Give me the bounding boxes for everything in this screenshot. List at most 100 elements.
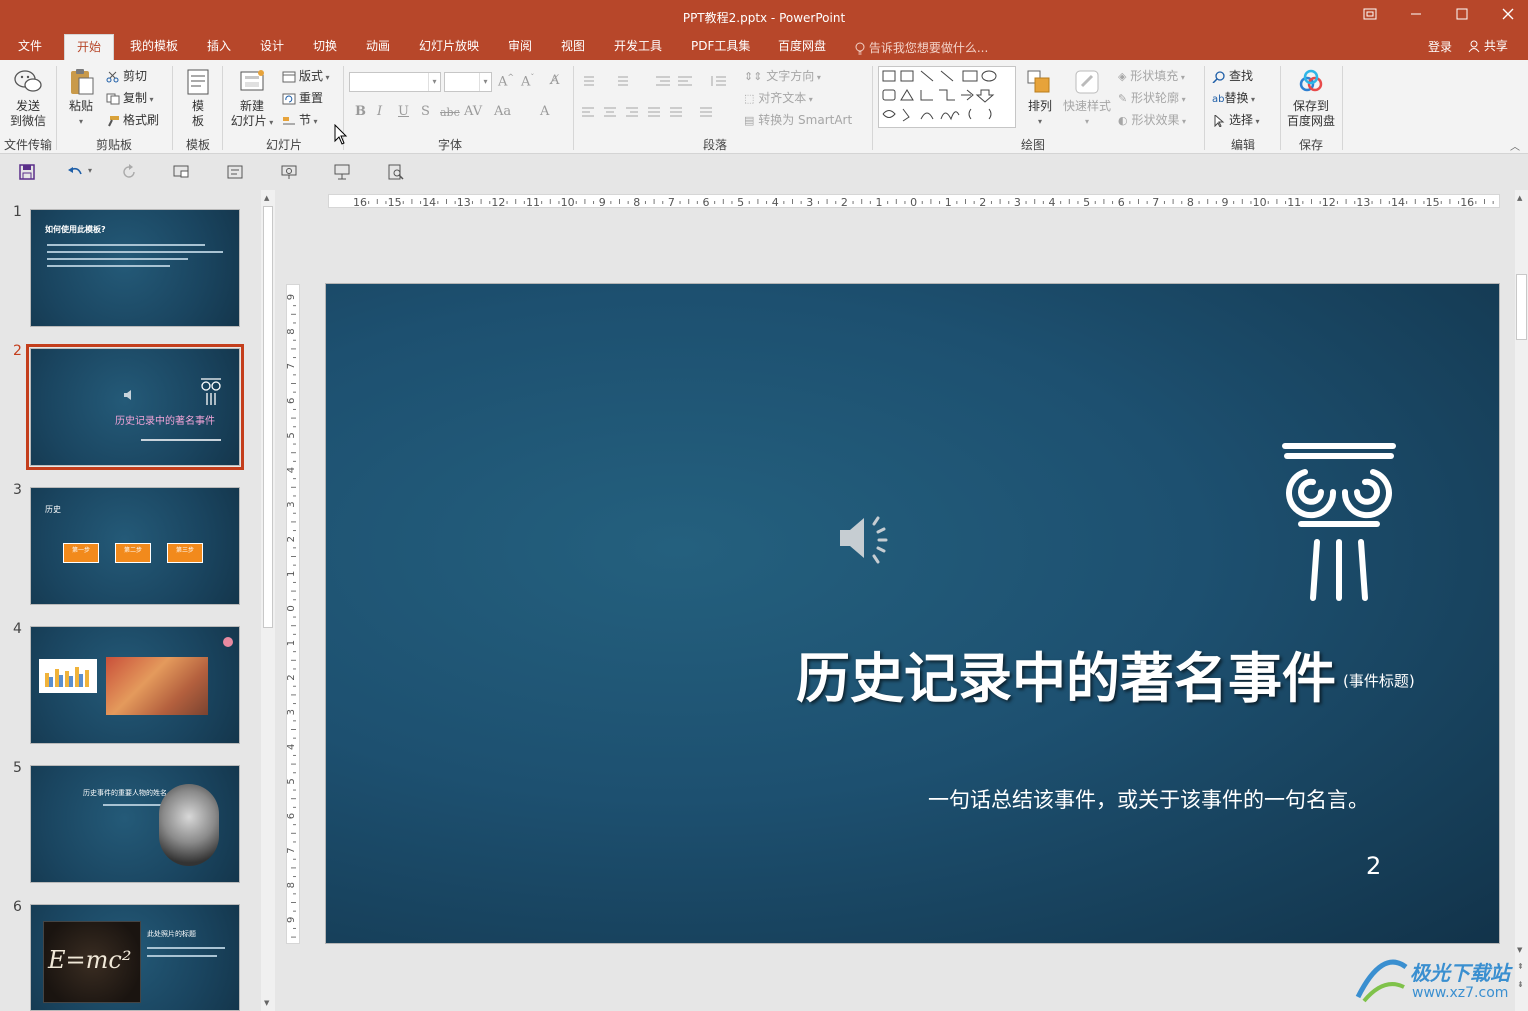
select-button[interactable]: 选择 ▾ xyxy=(1212,110,1260,130)
textbox-icon[interactable] xyxy=(226,164,244,180)
editor-scrollbar[interactable]: ▲ ▼ ⇞ ⇟ xyxy=(1515,190,1528,1011)
undo-icon[interactable] xyxy=(66,164,84,180)
section-label: 节 xyxy=(299,113,312,127)
close-icon[interactable] xyxy=(1488,4,1528,28)
font-name-combo[interactable]: ▾ xyxy=(349,72,441,92)
copy-icon xyxy=(106,93,120,104)
clear-format-icon[interactable]: A̸ xyxy=(550,73,559,88)
tab-file[interactable]: 文件 xyxy=(16,34,44,60)
template-button[interactable]: 模 板 xyxy=(182,68,214,129)
paste-button[interactable]: 粘贴 ▾ xyxy=(64,68,98,129)
collapse-ribbon-icon[interactable]: ︿ xyxy=(1510,138,1520,153)
ruler-tick-label: 15 xyxy=(388,196,402,209)
tab-review[interactable]: 审阅 xyxy=(506,34,534,60)
tab-home[interactable]: 开始 xyxy=(64,34,114,60)
slide-title-suffix[interactable]: (事件标题) xyxy=(1343,670,1415,691)
slide-thumbnail-2[interactable]: 历史记录中的著名事件 xyxy=(26,344,244,470)
section-button[interactable]: 节 ▾ xyxy=(282,110,318,130)
undo-dropdown-icon[interactable]: ▾ xyxy=(88,166,92,175)
italic-icon[interactable]: I xyxy=(377,104,382,119)
share-button[interactable]: 共享 xyxy=(1468,37,1508,54)
save-to-baidu-button[interactable]: 保存到 百度网盘 xyxy=(1284,68,1338,129)
layout-button[interactable]: 版式 ▾ xyxy=(282,66,330,86)
tab-transitions[interactable]: 切换 xyxy=(311,34,339,60)
decrease-font-icon[interactable]: Aˇ xyxy=(521,73,534,89)
restore-ribbon-icon[interactable] xyxy=(1350,4,1390,28)
tab-baidu-netdisk[interactable]: 百度网盘 xyxy=(776,34,828,60)
font-size-combo[interactable]: ▾ xyxy=(444,72,492,92)
audio-speaker-icon[interactable] xyxy=(836,510,896,566)
new-slide-line1: 新建 xyxy=(239,99,264,113)
slide-page-number[interactable]: 2 xyxy=(1366,852,1381,880)
shape-effects-button[interactable]: ◐ 形状效果 ▾ xyxy=(1118,110,1186,130)
tab-view[interactable]: 视图 xyxy=(559,34,587,60)
change-case-icon[interactable]: Aa xyxy=(494,104,511,119)
align-text-button[interactable]: ⬚ 对齐文本 ▾ xyxy=(744,88,813,108)
ruler-tick-label: 16 xyxy=(1460,196,1474,209)
scroll-up-icon[interactable]: ▲ xyxy=(1517,194,1522,202)
convert-smartart-button[interactable]: ▤ 转换为 SmartArt xyxy=(744,110,852,130)
save-icon[interactable] xyxy=(18,164,36,180)
ruler-tick-label: 14 xyxy=(422,196,436,209)
strikethrough-icon[interactable]: abc xyxy=(440,106,460,119)
shapes-gallery[interactable] xyxy=(878,66,1016,128)
slide-thumbnail-6[interactable]: E=mc² 此处照片的标题 xyxy=(30,904,240,1011)
slideshow-start-icon[interactable] xyxy=(333,164,351,180)
scroll-down-icon[interactable]: ▼ xyxy=(264,999,269,1007)
shape-fill-button[interactable]: ◈ 形状填充 ▾ xyxy=(1118,66,1185,86)
scroll-down-icon[interactable]: ▼ xyxy=(1517,946,1522,954)
minimize-icon[interactable] xyxy=(1396,4,1436,28)
redo-icon[interactable] xyxy=(120,164,138,180)
tell-me-text: 告诉我您想要做什么... xyxy=(868,41,989,55)
replace-button[interactable]: ab替换 ▾ xyxy=(1212,88,1255,108)
shadow-icon[interactable]: S xyxy=(421,104,430,119)
slide-thumbnail-5[interactable]: 历史事件的重要人物的姓名 xyxy=(30,765,240,883)
shape-outline-button[interactable]: ✎ 形状轮廓 ▾ xyxy=(1118,88,1186,108)
ruler-tick-label: 6 xyxy=(1118,196,1125,209)
format-painter-button[interactable]: 格式刷 xyxy=(106,110,159,130)
print-preview-icon[interactable] xyxy=(387,164,405,180)
find-button[interactable]: 查找 xyxy=(1212,66,1253,86)
tab-animations[interactable]: 动画 xyxy=(364,34,392,60)
slide-thumbnail-3[interactable]: 历史 第一步 第二步 第三步 xyxy=(30,487,240,605)
copy-button[interactable]: 复制 ▾ xyxy=(106,88,154,108)
tab-my-templates[interactable]: 我的模板 xyxy=(128,34,180,60)
scrollbar-thumb[interactable] xyxy=(263,206,273,628)
tab-developer[interactable]: 开发工具 xyxy=(612,34,664,60)
reset-button[interactable]: 重置 xyxy=(282,88,323,108)
list-buttons-icon[interactable] xyxy=(580,74,730,88)
slide-subtitle[interactable]: 一句话总结该事件，或关于该事件的一句名言。 xyxy=(928,784,1369,814)
text-direction-button[interactable]: ⇕⇕ 文字方向 ▾ xyxy=(744,66,821,86)
reset-icon xyxy=(282,93,296,104)
tell-me-search[interactable]: 告诉我您想要做什么... xyxy=(855,39,988,56)
slide-thumbnail-4[interactable] xyxy=(30,626,240,744)
scroll-up-icon[interactable]: ▲ xyxy=(264,194,269,202)
send-to-wechat-button[interactable]: 发送 到微信 xyxy=(6,68,50,129)
present-icon[interactable] xyxy=(172,164,190,180)
quick-styles-button[interactable]: 快速样式 ▾ xyxy=(1060,68,1114,129)
arrange-button[interactable]: 排列 ▾ xyxy=(1022,68,1058,129)
template-line1: 模 xyxy=(191,99,204,113)
tab-pdf-tools[interactable]: PDF工具集 xyxy=(689,34,752,60)
scrollbar-thumb[interactable] xyxy=(1516,274,1527,340)
new-slide-button[interactable]: 新建 幻灯片 ▾ xyxy=(228,68,276,130)
underline-icon[interactable]: U xyxy=(398,104,409,119)
tab-insert[interactable]: 插入 xyxy=(205,34,233,60)
thumbnail-number: 4 xyxy=(13,621,22,637)
increase-font-icon[interactable]: A^ xyxy=(498,73,514,89)
login-link[interactable]: 登录 xyxy=(1428,38,1452,55)
bold-icon[interactable]: B xyxy=(355,104,366,119)
current-slide[interactable]: 历史记录中的著名事件 (事件标题) 一句话总结该事件，或关于该事件的一句名言。 … xyxy=(325,283,1500,944)
font-color-icon[interactable]: A xyxy=(540,104,549,119)
slide-title[interactable]: 历史记录中的著名事件 xyxy=(796,634,1336,713)
slideshow-from-current-icon[interactable] xyxy=(280,164,298,180)
tab-slideshow[interactable]: 幻灯片放映 xyxy=(417,34,481,60)
cut-button[interactable]: 剪切 xyxy=(106,66,147,86)
maximize-icon[interactable] xyxy=(1442,4,1482,28)
thumbnails-scrollbar[interactable]: ▲ ▼ xyxy=(261,190,275,1011)
align-buttons-icon[interactable] xyxy=(580,106,730,120)
ruler-tick-label: 8 xyxy=(287,882,297,888)
slide-thumbnail-1[interactable]: 如何使用此模板? xyxy=(30,209,240,327)
char-spacing-icon[interactable]: AV xyxy=(464,104,482,119)
tab-design[interactable]: 设计 xyxy=(258,34,286,60)
